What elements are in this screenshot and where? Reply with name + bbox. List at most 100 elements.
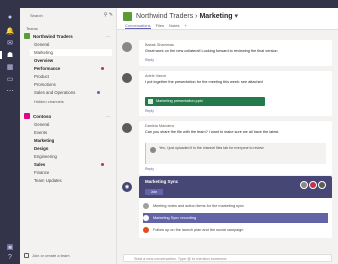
avatar	[318, 181, 326, 189]
participant-avatars	[300, 181, 326, 189]
meeting-items: Meeting notes and action items for the m…	[139, 198, 332, 238]
search-label: Search	[30, 13, 43, 18]
meeting-item-label: Marketing Sync recording	[153, 216, 197, 220]
join-create-team[interactable]: Join or create a team	[24, 253, 70, 258]
message-post: Adele Vance I put together the presentat…	[122, 71, 332, 116]
team-icon	[24, 113, 30, 119]
channel-label: Marketing	[34, 50, 53, 55]
channel-item[interactable]: General	[34, 41, 110, 48]
teams-section-label: Teams	[26, 26, 38, 31]
header-channel-name: Marketing	[199, 13, 233, 20]
reply-button[interactable]: Reply	[145, 58, 154, 62]
chevron-down-icon[interactable]: ▾	[234, 13, 238, 20]
avatar	[122, 42, 132, 52]
meeting-item-label: Meeting notes and action items for the m…	[153, 204, 244, 208]
message-text: Can you share the file with the team? I …	[145, 130, 279, 134]
avatar	[309, 181, 317, 189]
channel-label: Performance	[34, 66, 61, 71]
quoted-reply: Yes, I just uploaded it to the channel f…	[145, 143, 326, 164]
teams-panel: Search ⚲ ✎ Teams Northwind Traders ⋯ Gen…	[20, 8, 117, 264]
more-options-icon[interactable]: ⋯	[106, 34, 110, 39]
join-button[interactable]: Join	[145, 189, 163, 195]
channel-item-selected[interactable]: Marketing	[30, 49, 112, 56]
channel-item[interactable]: Finance	[34, 169, 110, 176]
file-card-label: Marketing presentation.pptx	[156, 99, 203, 103]
meeting-item[interactable]: Meeting notes and action items for the m…	[143, 201, 328, 211]
channel-item[interactable]: Performance	[34, 65, 110, 72]
message-author: Daniela Mandera	[145, 124, 174, 128]
channel-item[interactable]: Design	[34, 145, 110, 152]
avatar	[143, 227, 149, 233]
notes-icon	[143, 203, 149, 209]
tab-files[interactable]: Files	[156, 23, 164, 29]
meeting-item-recording[interactable]: Marketing Sync recording	[143, 213, 328, 223]
team-name: Contoso	[33, 113, 52, 119]
team-contoso[interactable]: Contoso ⋯	[24, 112, 114, 120]
message-post: Daniela Mandera Can you share the file w…	[122, 121, 332, 175]
avatar[interactable]: ●	[4, 12, 16, 22]
tab-add[interactable]: +	[184, 23, 186, 29]
tab-conversations[interactable]: Conversations	[125, 23, 151, 29]
teams-icon[interactable]: ☗	[0, 50, 16, 60]
reply-button[interactable]: Reply	[145, 109, 154, 113]
header-team-name: Northwind Traders	[136, 13, 194, 20]
message-text: Great work on the new collateral! Lookin…	[145, 49, 278, 53]
more-icon[interactable]: ⋯	[4, 86, 16, 96]
meeting-banner: Marketing Sync Join	[139, 176, 332, 198]
channel-item[interactable]: Engineering	[34, 153, 110, 160]
tab-notes[interactable]: Notes	[169, 23, 179, 29]
filter-icon[interactable]: ⚲ ✎	[104, 12, 113, 18]
message-author: Babak Shammas	[145, 43, 174, 47]
team-northwind[interactable]: Northwind Traders ⋯	[24, 32, 114, 40]
reply-button[interactable]: Reply	[145, 167, 154, 171]
mention-badge	[101, 67, 104, 70]
avatar	[122, 73, 132, 83]
compose-placeholder: Start a new conversation. Type @ to ment…	[134, 256, 228, 261]
channel-item[interactable]: Promotions	[34, 81, 110, 88]
team-icon	[123, 12, 132, 21]
avatar	[122, 123, 132, 133]
calendar-icon[interactable]: ▦	[4, 62, 16, 72]
title-bar	[0, 0, 338, 8]
search-box[interactable]: Search ⚲ ✎	[24, 12, 113, 20]
message-post: Babak Shammas Great work on the new coll…	[122, 40, 332, 66]
people-add-icon	[24, 253, 29, 258]
mention-badge	[101, 163, 104, 166]
meeting-item-label: Follow up on the launch plan and the soc…	[153, 228, 244, 232]
channel-label: Sales and Operations	[34, 90, 76, 95]
channel-item[interactable]: Marketing	[34, 137, 110, 144]
channel-item[interactable]: Sales	[34, 161, 110, 168]
store-icon[interactable]: ▣	[4, 242, 16, 252]
app-rail: ● 🔔 ✉ ☗ ▦ ▭ ⋯ ▣ ?	[0, 8, 20, 264]
unread-badge	[97, 91, 100, 94]
channel-main: Northwind Traders › Marketing ▾ Conversa…	[117, 8, 338, 264]
hidden-channels-link[interactable]: Hidden channels	[34, 99, 64, 104]
message-text: I put together the presentation for the …	[145, 80, 263, 84]
channel-item[interactable]: Team Updates	[34, 177, 110, 184]
quoted-text: Yes, I just uploaded it to the channel f…	[159, 146, 264, 150]
message-author: Adele Vance	[145, 74, 167, 78]
meeting-item[interactable]: Follow up on the launch plan and the soc…	[143, 225, 328, 235]
activity-icon[interactable]: 🔔	[4, 26, 16, 36]
channel-item[interactable]: Events	[34, 129, 110, 136]
teams-window: ● 🔔 ✉ ☗ ▦ ▭ ⋯ ▣ ? Search ⚲ ✎ Teams North…	[0, 0, 338, 264]
meeting-icon: ◉	[122, 182, 132, 192]
files-icon[interactable]: ▭	[4, 74, 16, 84]
channel-item[interactable]: Overview	[34, 57, 110, 64]
more-options-icon[interactable]: ⋯	[106, 114, 110, 119]
powerpoint-icon	[148, 99, 153, 104]
channel-item[interactable]: Sales and Operations	[34, 89, 110, 96]
team-icon	[24, 33, 30, 39]
help-icon[interactable]: ?	[4, 252, 16, 262]
channel-header: Northwind Traders › Marketing ▾ Conversa…	[117, 8, 338, 30]
chat-icon[interactable]: ✉	[4, 38, 16, 48]
compose-box[interactable]: Start a new conversation. Type @ to ment…	[123, 254, 332, 262]
file-card[interactable]: Marketing presentation.pptx	[145, 97, 265, 106]
channel-item[interactable]: Product	[34, 73, 110, 80]
channel-item[interactable]: General	[34, 121, 110, 128]
channel-tabs: Conversations Files Notes +	[125, 23, 187, 29]
video-icon	[143, 215, 149, 221]
channel-title: Northwind Traders › Marketing ▾	[136, 12, 238, 20]
avatar	[300, 181, 308, 189]
join-create-label: Join or create a team	[32, 253, 70, 258]
